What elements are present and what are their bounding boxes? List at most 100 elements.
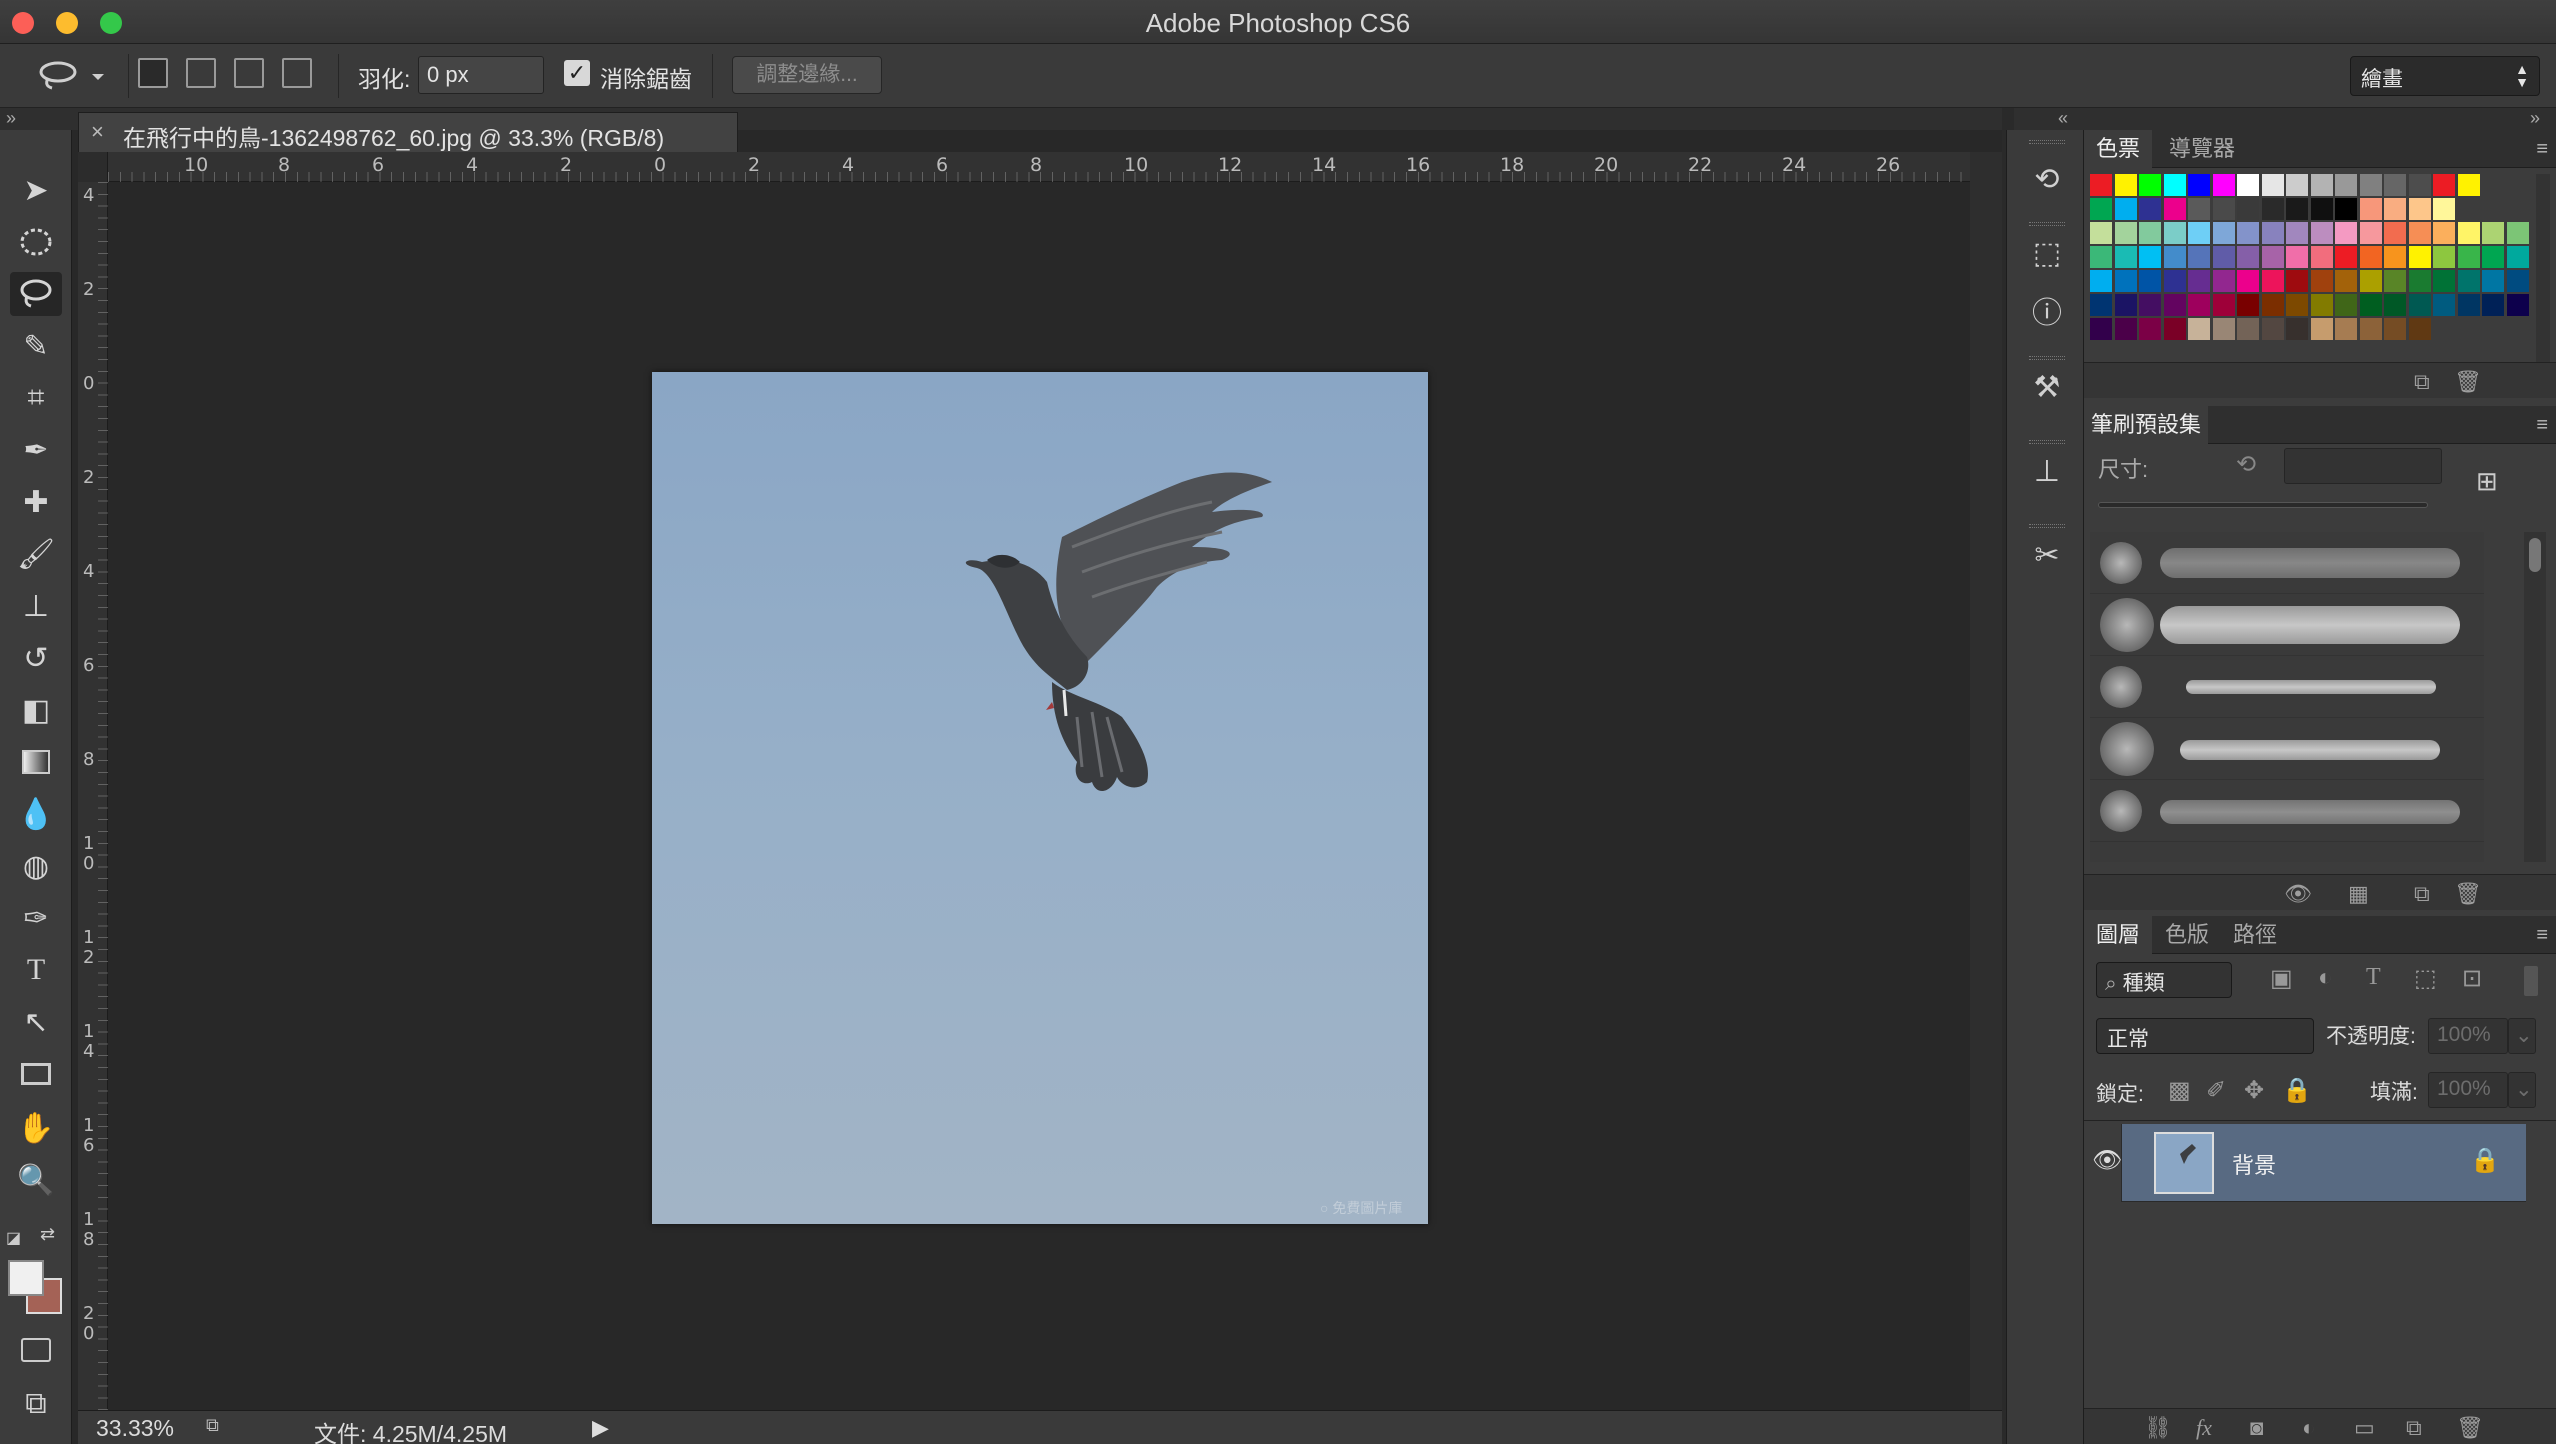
- lasso-tool-icon[interactable]: [10, 272, 62, 316]
- filter-smart-object-icon[interactable]: ⊡: [2462, 964, 2482, 993]
- color-swatch[interactable]: [2237, 174, 2259, 196]
- color-swatch[interactable]: [2408, 294, 2431, 316]
- color-swatch[interactable]: [2163, 246, 2186, 268]
- color-swatch[interactable]: [2359, 222, 2382, 244]
- intersect-selection-button[interactable]: [282, 58, 312, 88]
- color-swatch[interactable]: [2212, 294, 2235, 316]
- color-swatch[interactable]: [2335, 174, 2357, 196]
- ruler-origin[interactable]: [78, 152, 108, 182]
- color-swatch[interactable]: [2408, 198, 2431, 220]
- color-swatch[interactable]: [2261, 318, 2284, 340]
- lock-image-pixels-icon[interactable]: ✐: [2206, 1076, 2226, 1105]
- color-swatch[interactable]: [2286, 174, 2308, 196]
- color-swatch[interactable]: [2261, 270, 2284, 292]
- color-swatch[interactable]: [2286, 198, 2308, 220]
- new-layer-icon[interactable]: ⧉: [2406, 1415, 2422, 1441]
- color-swatch[interactable]: [2237, 318, 2259, 340]
- pen-tool-icon[interactable]: ✑: [10, 896, 62, 940]
- clone-stamp-tool-icon[interactable]: ⊥: [10, 584, 62, 628]
- subtract-from-selection-button[interactable]: [234, 58, 264, 88]
- color-swatch[interactable]: [2310, 270, 2333, 292]
- fill-dropdown-icon[interactable]: ⌄: [2508, 1072, 2536, 1108]
- quick-mask-icon[interactable]: [10, 1328, 62, 1372]
- color-swatch[interactable]: [2163, 198, 2186, 220]
- color-swatch[interactable]: [2384, 222, 2406, 244]
- tab-brush-presets[interactable]: 筆刷預設集: [2084, 406, 2208, 444]
- tab-channels[interactable]: 色版: [2156, 916, 2218, 954]
- new-swatch-icon[interactable]: ⧉: [2414, 369, 2430, 395]
- size-input[interactable]: [2284, 448, 2442, 484]
- new-selection-button[interactable]: [138, 58, 168, 88]
- color-swatch[interactable]: [2457, 270, 2480, 292]
- color-swatch[interactable]: [2384, 198, 2406, 220]
- color-swatch[interactable]: [2237, 198, 2259, 220]
- color-swatch[interactable]: [2237, 270, 2259, 292]
- color-swatch[interactable]: [2310, 198, 2333, 220]
- tab-layers[interactable]: 圖層: [2084, 916, 2152, 954]
- color-swatch[interactable]: [2384, 294, 2406, 316]
- color-swatch[interactable]: [2139, 294, 2161, 316]
- color-swatch[interactable]: [2384, 318, 2406, 340]
- move-tool-icon[interactable]: ➤: [10, 168, 62, 212]
- color-swatch[interactable]: [2359, 246, 2382, 268]
- color-swatch[interactable]: [2090, 174, 2112, 196]
- swap-colors-icon[interactable]: ⇄: [40, 1224, 55, 1245]
- color-swatch[interactable]: [2359, 294, 2382, 316]
- dodge-tool-icon[interactable]: ◍: [10, 844, 62, 888]
- brush-preset-item[interactable]: [2090, 656, 2484, 718]
- eyedropper-tool-icon[interactable]: ✒: [10, 428, 62, 472]
- swatches-scrollbar[interactable]: [2536, 174, 2550, 364]
- blend-mode-select[interactable]: 正常: [2096, 1018, 2314, 1054]
- color-swatch[interactable]: [2433, 174, 2455, 196]
- color-swatch[interactable]: [2114, 222, 2137, 244]
- color-swatch[interactable]: [2188, 270, 2210, 292]
- brush-preset-item[interactable]: [2090, 594, 2484, 656]
- color-swatch[interactable]: [2433, 198, 2455, 220]
- panel-menu-icon[interactable]: ≡: [2536, 414, 2548, 437]
- add-to-selection-button[interactable]: [186, 58, 216, 88]
- color-swatch[interactable]: [2384, 270, 2406, 292]
- color-swatch[interactable]: [2188, 222, 2210, 244]
- color-swatch[interactable]: [2114, 246, 2137, 268]
- brush-list-scrollbar[interactable]: [2524, 532, 2546, 862]
- tab-swatches[interactable]: 色票: [2084, 130, 2152, 168]
- color-swatch[interactable]: [2359, 174, 2382, 196]
- color-swatch[interactable]: [2261, 246, 2284, 268]
- color-swatch[interactable]: [2139, 174, 2161, 196]
- filter-adjustment-icon[interactable]: ◐: [2318, 964, 2333, 992]
- color-swatch[interactable]: [2090, 222, 2112, 244]
- color-swatch[interactable]: [2286, 246, 2308, 268]
- default-colors-icon[interactable]: ◪: [6, 1228, 21, 1248]
- brush-preset-item[interactable]: [2090, 532, 2484, 594]
- path-select-tool-icon[interactable]: ↖: [10, 1000, 62, 1044]
- color-swatch[interactable]: [2506, 222, 2529, 244]
- color-swatch[interactable]: [2090, 246, 2112, 268]
- quick-select-tool-icon[interactable]: ✎: [10, 324, 62, 368]
- color-swatch[interactable]: [2114, 174, 2137, 196]
- color-swatch[interactable]: [2310, 222, 2333, 244]
- color-swatch[interactable]: [2261, 198, 2284, 220]
- color-swatch[interactable]: [2482, 270, 2504, 292]
- color-swatch[interactable]: [2163, 174, 2186, 196]
- color-swatch[interactable]: [2359, 198, 2382, 220]
- color-swatch[interactable]: [2482, 294, 2504, 316]
- type-tool-icon[interactable]: T: [10, 948, 62, 992]
- adjustment-layer-icon[interactable]: ◐: [2302, 1415, 2315, 1441]
- opacity-input[interactable]: 100%: [2428, 1018, 2508, 1054]
- color-swatch[interactable]: [2188, 294, 2210, 316]
- color-swatch[interactable]: [2457, 174, 2480, 196]
- layer-name[interactable]: 背景: [2232, 1148, 2276, 1180]
- color-swatch[interactable]: [2335, 270, 2357, 292]
- color-swatch[interactable]: [2384, 246, 2406, 268]
- color-swatch[interactable]: [2090, 294, 2112, 316]
- color-swatch[interactable]: [2408, 222, 2431, 244]
- color-swatch[interactable]: [2433, 294, 2455, 316]
- link-layers-icon[interactable]: ⛓: [2144, 1415, 2172, 1441]
- lock-transparent-pixels-icon[interactable]: ▩: [2168, 1076, 2191, 1105]
- color-swatch[interactable]: [2384, 174, 2406, 196]
- status-menu-arrow-icon[interactable]: ▶: [592, 1415, 609, 1441]
- tool-presets-icon[interactable]: ⚒: [2027, 368, 2067, 408]
- status-share-icon[interactable]: ⧉: [206, 1415, 219, 1436]
- eraser-tool-icon[interactable]: ◧: [10, 688, 62, 732]
- shape-tool-icon[interactable]: [10, 1052, 62, 1096]
